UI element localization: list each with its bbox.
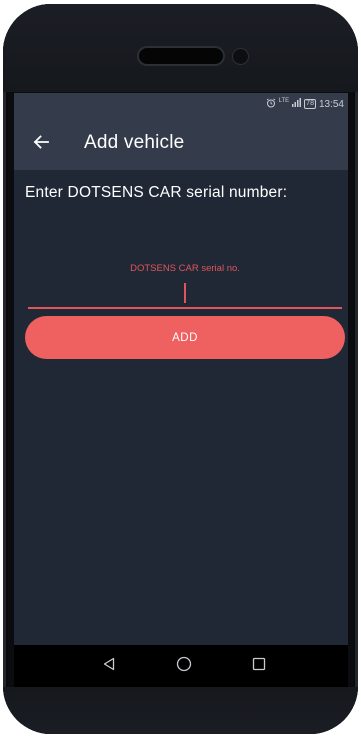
arrow-left-icon xyxy=(33,134,49,154)
front-camera xyxy=(233,49,248,64)
serial-number-field: DOTSENS CAR serial no. xyxy=(28,257,342,309)
phone-top-bezel xyxy=(3,4,358,92)
nav-recents-button[interactable] xyxy=(248,655,270,677)
nav-back-triangle-icon xyxy=(102,657,116,676)
status-bar: LTE 78 13:54 xyxy=(14,93,348,115)
field-underline xyxy=(28,307,342,309)
battery-icon: 78 xyxy=(304,99,316,109)
text-caret xyxy=(184,283,186,303)
app-screen: LTE 78 13:54 Add vehicle Enter DOTSENS C… xyxy=(14,93,348,645)
phone-frame: LTE 78 13:54 Add vehicle Enter DOTSENS C… xyxy=(3,4,358,734)
nav-home-button[interactable] xyxy=(173,655,195,677)
back-button[interactable] xyxy=(28,131,54,157)
alarm-clock-icon xyxy=(266,97,276,111)
earpiece-speaker xyxy=(139,48,223,64)
add-button[interactable]: ADD xyxy=(25,316,345,359)
nav-home-circle-icon xyxy=(176,656,192,677)
network-type-label: LTE xyxy=(278,98,290,104)
nav-recents-square-icon xyxy=(252,657,266,676)
phone-bottom-bezel xyxy=(3,687,358,734)
app-bar: Add vehicle xyxy=(14,115,348,170)
nav-back-button[interactable] xyxy=(98,655,120,677)
serial-field-label: DOTSENS CAR serial no. xyxy=(130,263,240,274)
status-icons: LTE 78 13:54 xyxy=(266,97,344,111)
signal-bars-icon xyxy=(292,98,302,110)
serial-prompt-text: Enter DOTSENS CAR serial number: xyxy=(25,184,288,201)
status-time: 13:54 xyxy=(318,98,344,110)
system-nav-bar xyxy=(14,645,348,687)
page-title: Add vehicle xyxy=(84,132,185,153)
